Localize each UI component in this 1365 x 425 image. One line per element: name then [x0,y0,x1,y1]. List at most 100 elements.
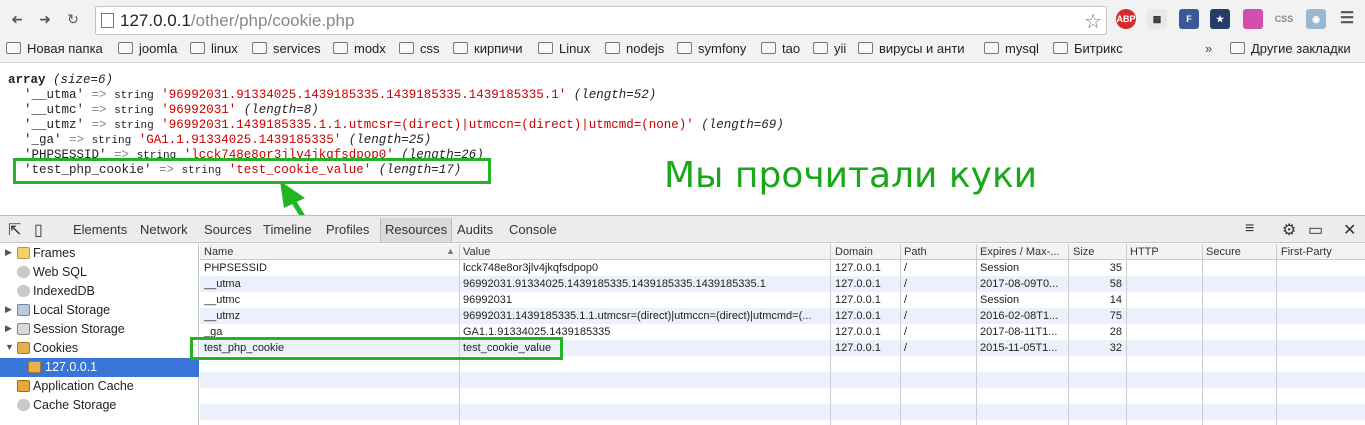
table-header: Name ▲ Value Domain Path Expires / Max-.… [200,244,1365,260]
sidebar-item-local-storage[interactable]: ▶ Local Storage [0,301,199,320]
device-mode-icon[interactable]: ▯ [34,220,43,240]
bookmark-folder[interactable]: symfony [677,41,746,59]
tab-resources[interactable]: Resources [380,218,453,242]
f-extension-icon[interactable]: F [1179,9,1199,29]
column-header-secure[interactable]: Secure [1206,246,1241,258]
dump-row: '__utma' => string '96992031.91334025.14… [24,88,657,102]
address-bar[interactable]: 127.0.0.1/other/php/cookie.php ☆ [95,6,1107,35]
bookmark-folder[interactable]: Битрикс [1053,41,1123,59]
column-header-name[interactable]: Name [204,246,233,258]
dump-header: array (size=6) [8,73,114,87]
tab-console[interactable]: Console [509,222,557,237]
url-path: /other/php/cookie.php [190,11,355,30]
sidebar-item-cache-storage[interactable]: Cache Storage [0,396,199,415]
folder-icon [984,42,999,54]
bookmark-folder[interactable]: joomla [118,41,177,59]
folder-icon [17,247,30,259]
expand-triangle-icon[interactable]: ▶ [5,247,12,258]
page-icon [101,13,114,28]
app-cache-icon [17,380,30,392]
settings-gear-icon[interactable]: ⚙ [1282,220,1296,240]
tab-audits[interactable]: Audits [457,222,493,237]
folder-icon [6,42,21,54]
sidebar-item-session-storage[interactable]: ▶ Session Storage [0,320,199,339]
table-row[interactable]: __utmc 96992031 127.0.0.1 / Session 14 [200,292,1365,308]
devtools-tabbar: ⇱ ▯ Elements Network Sources Timeline Pr… [0,216,1365,243]
dock-side-icon[interactable]: ▭ [1308,220,1323,240]
bookmark-folder[interactable]: Новая папка [6,41,103,59]
other-bookmarks-folder[interactable]: Другие закладки [1230,41,1351,59]
bookmark-folder[interactable]: linux [190,41,238,59]
bookmark-folder[interactable]: кирпичи [453,41,523,59]
table-row[interactable]: PHPSESSID lcck748e8or3jlv4jkqfsdpop0 127… [200,260,1365,276]
bookmark-folder[interactable]: css [399,41,440,59]
bookmark-folder[interactable]: modx [333,41,386,59]
folder-icon [813,42,828,54]
bookmark-folder[interactable]: tao [761,41,800,59]
folder-icon [333,42,348,54]
storage-grid-icon [17,304,30,316]
collapse-triangle-icon[interactable]: ▼ [5,342,14,352]
menu-icon[interactable]: ☰ [1337,9,1357,29]
column-header-value[interactable]: Value [463,246,490,258]
cookies-table: Name ▲ Value Domain Path Expires / Max-.… [190,244,1365,425]
devtools-panel: ⇱ ▯ Elements Network Sources Timeline Pr… [0,215,1365,425]
close-icon[interactable]: ✕ [1343,220,1356,240]
color-picker-icon[interactable] [1243,9,1263,29]
tab-elements[interactable]: Elements [73,222,127,237]
bookmark-folder[interactable]: mysql [984,41,1039,59]
console-drawer-icon[interactable]: ≡ [1245,220,1254,238]
storage-grid-icon [17,323,30,335]
reload-icon[interactable]: ↻ [64,10,82,28]
astronomy-extension-icon[interactable]: ★ [1210,9,1230,29]
database-icon [17,399,30,411]
folder-icon [1053,42,1068,54]
camera-icon[interactable]: ◉ [1306,9,1326,29]
page-content: array (size=6) '__utma' => string '96992… [0,63,1365,215]
bookmark-folder[interactable]: вирусы и анти [858,41,965,59]
forward-icon[interactable]: ➜ [36,10,54,28]
column-header-first-party[interactable]: First-Party [1281,246,1332,258]
cookie-icon [17,342,30,354]
tab-timeline[interactable]: Timeline [263,222,312,237]
column-header-http[interactable]: HTTP [1130,246,1159,258]
sidebar-item-cookies[interactable]: ▼ Cookies [0,339,199,358]
dump-row: '__utmc' => string '96992031' (length=8) [24,103,319,117]
dump-row: '_ga' => string 'GA1.1.91334025.14391853… [24,133,432,147]
expand-triangle-icon[interactable]: ▶ [5,323,12,334]
bookmarks-overflow-button[interactable]: » [1205,41,1212,56]
resources-sidebar: ▶ Frames Web SQL IndexedDB ▶ Local Stora… [0,244,199,425]
highlight-box-devtools [190,337,563,360]
table-row[interactable]: __utma 96992031.91334025.1439185335.1439… [200,276,1365,292]
column-header-domain[interactable]: Domain [835,246,873,258]
bookmark-star-icon[interactable]: ☆ [1084,9,1102,34]
tab-sources[interactable]: Sources [204,222,252,237]
table-row[interactable]: __utmz 96992031.1439185335.1.1.utmcsr=(d… [200,308,1365,324]
highlight-box-dump [13,158,491,184]
column-header-expires[interactable]: Expires / Max-... [980,246,1059,258]
tab-network[interactable]: Network [140,222,188,237]
folder-icon [252,42,267,54]
bookmark-folder[interactable]: yii [813,41,846,59]
expand-triangle-icon[interactable]: ▶ [5,304,12,315]
adblock-plus-icon[interactable]: ABP [1116,9,1136,29]
back-icon[interactable]: ➜ [8,10,26,28]
inspect-icon[interactable]: ⇱ [8,220,21,240]
tab-profiles[interactable]: Profiles [326,222,369,237]
url-text[interactable]: 127.0.0.1/other/php/cookie.php [120,11,354,31]
column-header-path[interactable]: Path [904,246,927,258]
folder-icon [453,42,468,54]
sidebar-item-cookie-host[interactable]: 127.0.0.1 [0,358,199,377]
bookmark-folder[interactable]: Linux [538,41,590,59]
folder-icon [399,42,414,54]
sidebar-item-indexeddb[interactable]: IndexedDB [0,282,199,301]
css-extension-icon[interactable]: CSS [1274,9,1294,29]
table-row-stripe [200,372,1365,388]
sidebar-item-application-cache[interactable]: Application Cache [0,377,199,396]
incognito-mask-icon[interactable]: ▩ [1147,9,1167,29]
bookmark-folder[interactable]: nodejs [605,41,664,59]
column-header-size[interactable]: Size [1073,246,1094,258]
sidebar-item-web-sql[interactable]: Web SQL [0,263,199,282]
bookmark-folder[interactable]: services [252,41,321,59]
sidebar-item-frames[interactable]: ▶ Frames [0,244,199,263]
